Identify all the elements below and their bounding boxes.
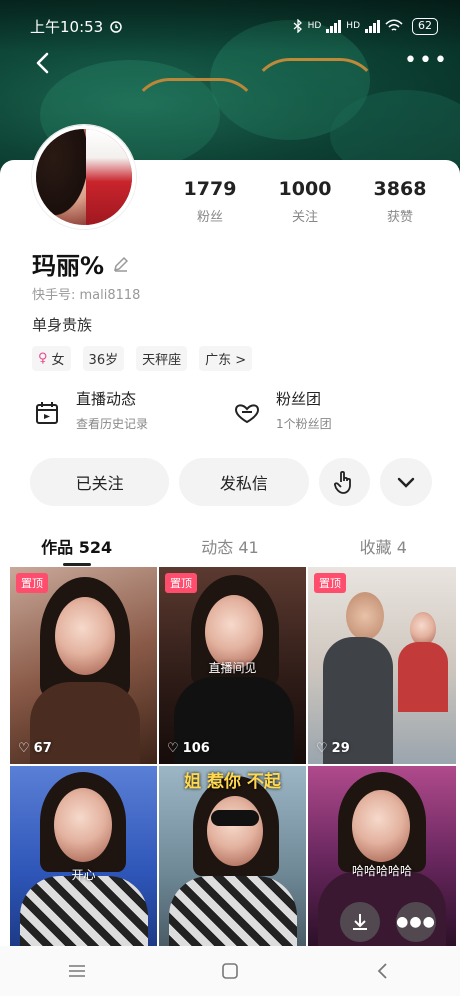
stat-number: 1000 xyxy=(278,178,332,200)
video-caption: 直播间见 xyxy=(208,661,257,675)
heart-outline-icon: ♡ xyxy=(167,741,179,756)
alarm-icon xyxy=(110,21,122,33)
nav-home-button[interactable] xyxy=(210,956,250,986)
tag-gender: ♀ 女 xyxy=(32,346,71,371)
edit-icon[interactable] xyxy=(112,255,130,273)
feature-row: 直播动态 查看历史记录 粉丝团 1个粉丝团 xyxy=(32,388,432,432)
back-chevron-icon xyxy=(378,963,387,979)
content-tabs: 作品 524 动态 41 收藏 4 xyxy=(0,528,460,566)
action-row: 已关注 发私信 xyxy=(30,458,432,506)
feature-subtitle: 查看历史记录 xyxy=(76,417,149,431)
avatar[interactable] xyxy=(32,125,136,229)
more-dots-icon: ●●● xyxy=(396,914,436,930)
network-label-1: HD xyxy=(307,21,322,31)
video-grid: 置顶 ♡ 67 直播间见 置顶 ♡ 106 置顶 ♡ 29 开心 姐 惹你 不起… xyxy=(10,567,456,946)
video-thumbnail[interactable]: 置顶 ♡ 29 xyxy=(308,567,456,764)
profile-name: 玛丽% xyxy=(32,252,105,280)
stat-label: 获赞 xyxy=(386,210,413,225)
video-thumbnail[interactable]: 置顶 ♡ 67 xyxy=(10,567,157,764)
pinned-badge: 置顶 xyxy=(314,573,346,593)
kuaishou-id[interactable]: 快手号: mali8118 xyxy=(32,284,140,303)
stat-label: 关注 xyxy=(291,210,318,225)
likes-count: ♡ 106 xyxy=(167,741,210,756)
chevron-down-icon xyxy=(397,477,415,488)
bio-text: 单身贵族 xyxy=(32,316,93,334)
likes-count: ♡ 29 xyxy=(316,741,350,756)
system-nav-bar xyxy=(0,946,460,996)
tab-moments[interactable]: 动态 41 xyxy=(153,528,306,566)
home-square-icon xyxy=(222,963,238,979)
following-button[interactable]: 已关注 xyxy=(30,458,170,506)
tag-zodiac-label: 天秤座 xyxy=(142,353,182,368)
tab-favorites[interactable]: 收藏 4 xyxy=(307,528,460,566)
signal-icon xyxy=(326,19,342,33)
battery-indicator: 62 xyxy=(412,17,438,35)
download-icon xyxy=(353,914,367,930)
finger-tap-icon xyxy=(334,470,352,494)
tag-region-label: 广东 > xyxy=(205,353,247,368)
female-icon: ♀ xyxy=(38,351,48,366)
bluetooth-icon xyxy=(293,19,302,33)
signal-icon-2 xyxy=(365,19,380,33)
feature-subtitle: 1个粉丝团 xyxy=(276,417,332,431)
heart-badge-icon xyxy=(234,404,260,424)
stat-following[interactable]: 1000 关注 xyxy=(265,178,345,225)
send-message-button[interactable]: 发私信 xyxy=(179,458,309,506)
more-dots-icon: ••• xyxy=(404,48,449,73)
poke-button[interactable] xyxy=(318,458,371,506)
stat-followers[interactable]: 1779 粉丝 xyxy=(170,178,250,225)
heart-outline-icon: ♡ xyxy=(316,741,328,756)
tag-region[interactable]: 广东 > xyxy=(199,346,253,371)
feature-live-history[interactable]: 直播动态 查看历史记录 xyxy=(32,388,232,432)
tab-works[interactable]: 作品 524 xyxy=(0,528,153,566)
video-thumbnail[interactable]: 姐 惹你 不起 xyxy=(159,766,306,946)
stat-number: 3868 xyxy=(373,178,427,200)
download-button[interactable] xyxy=(340,902,380,942)
nav-menu-button[interactable] xyxy=(57,956,97,986)
profile-screen: 上午10:53 HD HD 62 ••• 1779 粉丝 1000 关注 386… xyxy=(0,0,460,996)
expand-button[interactable] xyxy=(380,458,432,506)
name-row: 玛丽% xyxy=(32,246,130,281)
feature-title: 粉丝团 xyxy=(276,390,322,408)
status-time: 上午10:53 xyxy=(30,17,104,36)
tag-age-label: 36岁 xyxy=(88,353,119,368)
video-thumbnail[interactable]: 开心 xyxy=(10,766,157,946)
back-button[interactable] xyxy=(30,50,60,80)
feature-title: 直播动态 xyxy=(76,390,137,408)
profile-tags: ♀ 女 36岁 天秤座 广东 > xyxy=(32,346,253,371)
nav-back-button[interactable] xyxy=(363,956,403,986)
video-caption: 姐 惹你 不起 xyxy=(184,772,281,792)
stat-number: 1779 xyxy=(183,178,237,200)
video-caption: 开心 xyxy=(71,868,96,882)
video-thumbnail[interactable]: 直播间见 置顶 ♡ 106 xyxy=(159,567,306,764)
tag-zodiac: 天秤座 xyxy=(136,346,188,371)
status-bar: 上午10:53 HD HD 62 xyxy=(0,0,460,52)
network-label-2: HD xyxy=(346,21,360,31)
stat-likes[interactable]: 3868 获赞 xyxy=(360,178,440,225)
stats-row: 1779 粉丝 1000 关注 3868 获赞 xyxy=(170,178,440,225)
more-actions-button[interactable]: ●●● xyxy=(396,902,436,942)
calendar-icon xyxy=(36,402,58,424)
wifi-icon xyxy=(385,19,403,31)
tag-gender-label: 女 xyxy=(51,353,65,368)
more-options-button[interactable]: ••• xyxy=(404,50,447,76)
pinned-badge: 置顶 xyxy=(165,573,197,593)
likes-count: ♡ 67 xyxy=(18,741,52,756)
feature-fan-club[interactable]: 粉丝团 1个粉丝团 xyxy=(232,388,432,432)
pinned-badge: 置顶 xyxy=(16,573,48,593)
video-caption: 哈哈哈哈哈 xyxy=(351,864,412,878)
tag-age: 36岁 xyxy=(82,346,125,371)
back-arrow-icon xyxy=(36,52,49,74)
heart-outline-icon: ♡ xyxy=(18,741,30,756)
stat-label: 粉丝 xyxy=(196,210,223,225)
menu-icon xyxy=(68,965,85,977)
